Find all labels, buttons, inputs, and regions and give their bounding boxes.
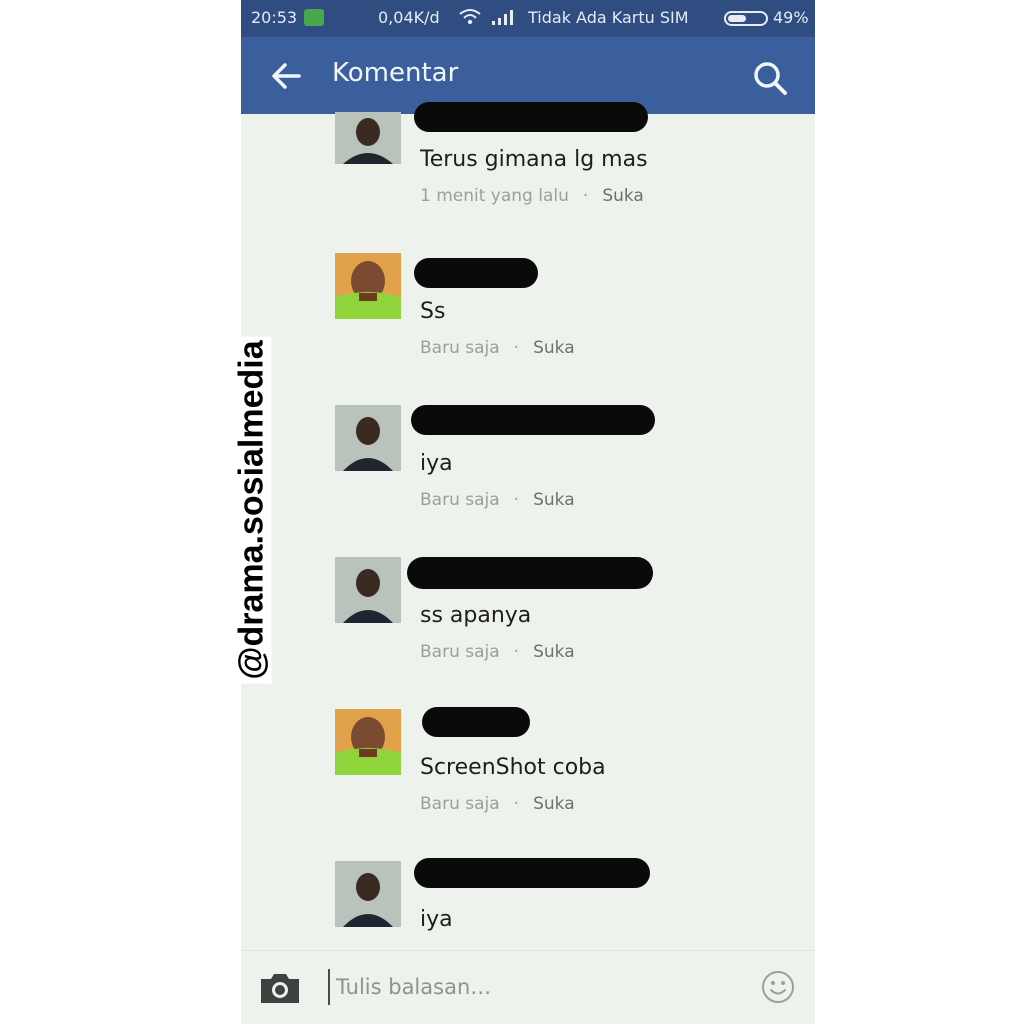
reply-composer (241, 950, 815, 1024)
redacted-name (422, 707, 530, 737)
battery-percent: 49% (773, 8, 809, 27)
signal-icon (491, 8, 517, 30)
like-button[interactable]: Suka (533, 794, 575, 814)
wifi-icon (459, 8, 481, 30)
comment-text: Terus gimana lg mas (420, 147, 648, 172)
network-speed: 0,04K/d (378, 8, 440, 27)
watermark-text: @drama.sosialmedia (232, 336, 272, 684)
avatar[interactable] (335, 861, 401, 927)
comment-item: iya Baru saja · Suka (241, 405, 815, 515)
comment-time: Baru saja (420, 490, 500, 510)
search-icon[interactable] (751, 59, 789, 97)
redacted-name (414, 102, 648, 132)
redacted-name (407, 557, 653, 589)
comment-meta: Baru saja · Suka (420, 642, 575, 662)
comment-time: Baru saja (420, 794, 500, 814)
comment-item: Ss Baru saja · Suka (241, 253, 815, 363)
comment-text: iya (420, 907, 453, 932)
status-time: 20:53 (251, 8, 298, 27)
avatar[interactable] (335, 253, 401, 319)
comment-item: Terus gimana lg mas 1 menit yang lalu · Su… (241, 102, 815, 224)
smiley-icon[interactable] (760, 969, 796, 1005)
comment-meta: Baru saja · Suka (420, 490, 575, 510)
avatar[interactable] (335, 112, 401, 164)
watermark: @drama.sosialmedia (232, 320, 272, 700)
reply-input[interactable] (328, 969, 728, 1005)
battery-icon (724, 11, 768, 26)
page-title: Komentar (332, 58, 459, 88)
comment-item: ScreenShot coba Baru saja · Suka (241, 707, 815, 819)
comment-text: iya (420, 451, 453, 476)
redacted-name (414, 858, 650, 888)
status-bar: 20:53 0,04K/d Tidak Ada Kartu SIM 49% (241, 0, 815, 37)
comment-text: ScreenShot coba (420, 755, 606, 780)
phone-screen: 20:53 0,04K/d Tidak Ada Kartu SIM 49% Ko… (241, 0, 815, 1024)
notification-icon (304, 9, 324, 26)
like-button[interactable]: Suka (533, 490, 575, 510)
avatar[interactable] (335, 557, 401, 623)
like-button[interactable]: Suka (533, 642, 575, 662)
comment-meta: Baru saja · Suka (420, 338, 575, 358)
comment-time: Baru saja (420, 642, 500, 662)
comment-time: Baru saja (420, 338, 500, 358)
like-button[interactable]: Suka (533, 338, 575, 358)
comment-text: ss apanya (420, 603, 532, 628)
camera-icon[interactable] (259, 971, 301, 1005)
comment-text: Ss (420, 299, 446, 324)
redacted-name (411, 405, 655, 435)
redacted-name (414, 258, 538, 288)
arrow-left-icon[interactable] (269, 59, 303, 93)
comment-item: ss apanya Baru saja · Suka (241, 557, 815, 667)
avatar[interactable] (335, 709, 401, 775)
comment-meta: 1 menit yang lalu · Suka (420, 186, 644, 206)
comment-time: 1 menit yang lalu (420, 186, 569, 206)
avatar[interactable] (335, 405, 401, 471)
like-button[interactable]: Suka (602, 186, 644, 206)
carrier-label: Tidak Ada Kartu SIM (528, 8, 689, 27)
comment-meta: Baru saja · Suka (420, 794, 575, 814)
